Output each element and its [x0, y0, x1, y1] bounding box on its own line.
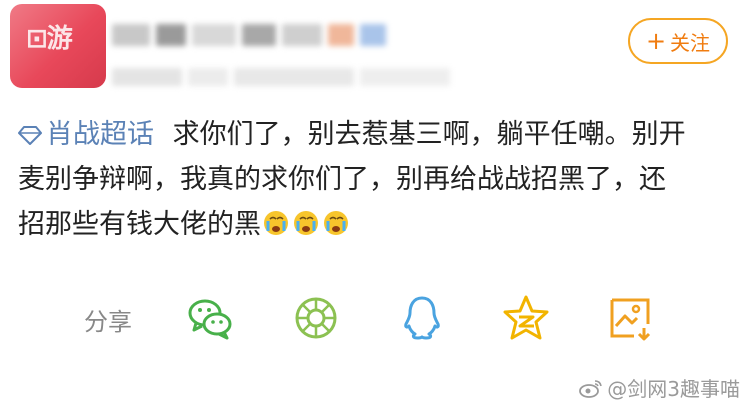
- wechat-icon[interactable]: [186, 294, 234, 342]
- username-blurred[interactable]: [112, 24, 386, 46]
- weibo-logo-icon: [579, 379, 603, 398]
- plus-icon: +: [645, 27, 667, 55]
- watermark: @剑网3趣事喵: [579, 373, 740, 402]
- post-body: 肖战超话 求你们了，别去惹基三啊，躺平任嘲。别开 麦别争辩啊，我真的求你们了，别…: [18, 112, 740, 251]
- crying-emoji: [262, 206, 352, 251]
- post-header: ⊡游 + 关注: [0, 0, 750, 100]
- post-text-line1: 求你们了，别去惹基三啊，躺平任嘲。别开: [172, 119, 686, 150]
- moments-icon[interactable]: [292, 294, 340, 342]
- diamond-icon: [18, 126, 42, 145]
- post-text-line3: 招那些有钱大佬的黑: [18, 209, 261, 240]
- post-text-line2: 麦别争辩啊，我真的求你们了，别再给战战招黑了，还: [18, 164, 666, 195]
- follow-label: 关注: [670, 30, 711, 55]
- watermark-text: @剑网3趣事喵: [607, 377, 740, 401]
- post-meta-blurred: [112, 68, 450, 86]
- topic-label: 肖战超话: [46, 119, 154, 150]
- follow-button[interactable]: + 关注: [628, 18, 728, 64]
- qq-icon[interactable]: [398, 294, 446, 342]
- topic-link[interactable]: 肖战超话: [18, 119, 173, 150]
- avatar[interactable]: ⊡游: [10, 4, 106, 88]
- qzone-icon[interactable]: [502, 294, 550, 342]
- share-bar: 分享: [0, 284, 750, 354]
- avatar-logo: ⊡游: [26, 24, 73, 54]
- save-image-icon[interactable]: [606, 294, 654, 342]
- share-label: 分享: [84, 308, 132, 336]
